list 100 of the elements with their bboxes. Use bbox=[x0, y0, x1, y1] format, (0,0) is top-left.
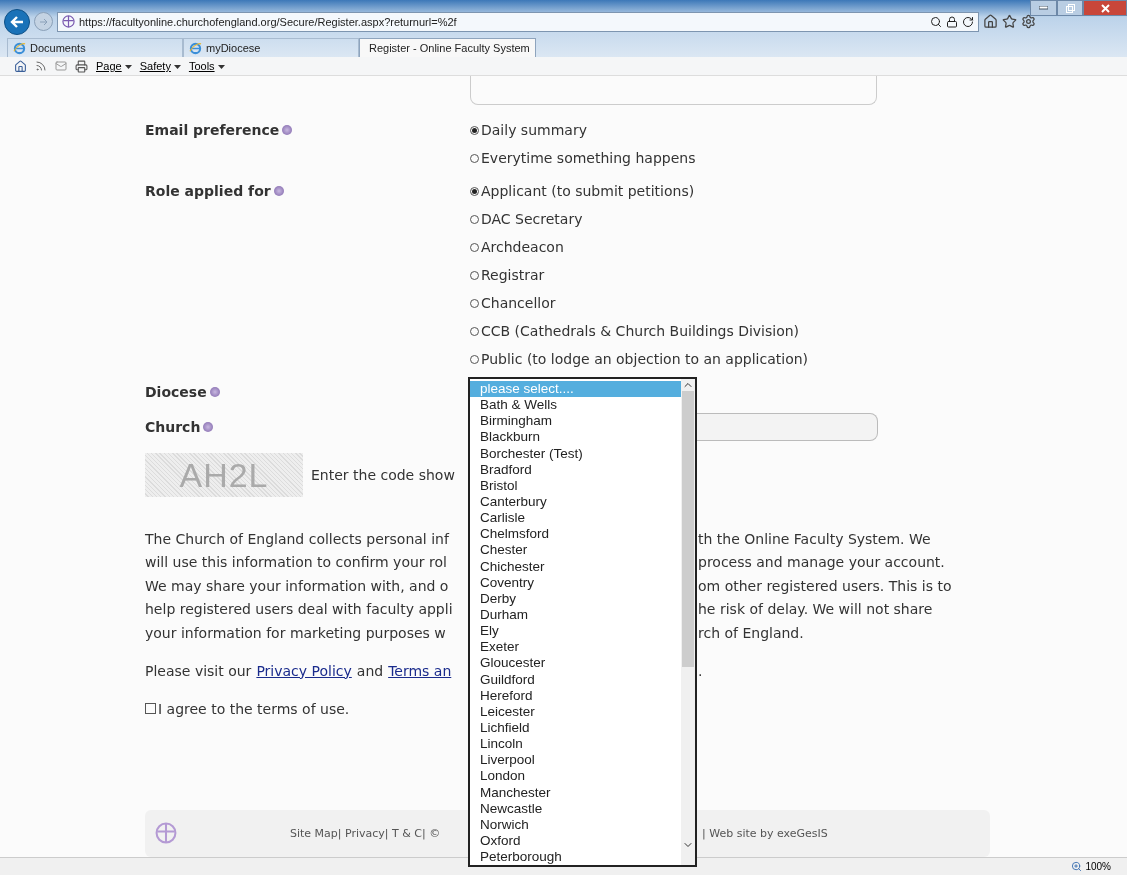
notice-text: The Church of England collects personal inf bbox=[145, 530, 449, 547]
menu-item[interactable]: Page bbox=[96, 60, 132, 72]
radio-option[interactable]: Archdeacon bbox=[470, 233, 564, 261]
dropdown-option[interactable]: Exeter bbox=[470, 639, 681, 656]
mail-icon[interactable] bbox=[55, 60, 67, 72]
globe-icon bbox=[189, 41, 202, 55]
dropdown-option[interactable]: Lichfield bbox=[470, 719, 681, 737]
dropdown-option[interactable]: Liverpool bbox=[470, 752, 681, 769]
scrollbar[interactable] bbox=[681, 379, 695, 865]
field-label: Church bbox=[145, 413, 214, 441]
terms-link[interactable]: Terms an bbox=[388, 662, 452, 679]
radio-option[interactable]: Everytime something happens bbox=[470, 144, 696, 172]
close-icon bbox=[1100, 3, 1110, 13]
dropdown-option[interactable]: Gloucester bbox=[470, 655, 681, 672]
dropdown-option[interactable]: Carlisle bbox=[470, 510, 681, 527]
dropdown-option[interactable]: London bbox=[470, 768, 681, 785]
menu-item[interactable]: Safety bbox=[139, 60, 181, 72]
diocese-dropdown-list[interactable] bbox=[468, 377, 697, 867]
radio-option[interactable]: Daily summary bbox=[470, 116, 587, 144]
globe-icon bbox=[13, 41, 26, 55]
close-button[interactable] bbox=[1083, 0, 1127, 16]
dropdown-option[interactable]: Derby bbox=[470, 590, 681, 607]
footer-links[interactable]: Site Map| Privacy| T & C| © bbox=[290, 827, 441, 840]
privacy-text: and bbox=[356, 662, 384, 679]
field-label: Diocese bbox=[145, 378, 220, 406]
help-icon[interactable] bbox=[209, 387, 220, 397]
notice-text: will use this information to confirm your rol bbox=[145, 554, 447, 571]
dropdown-option[interactable]: Borchester (Test) bbox=[470, 445, 681, 462]
dropdown-option[interactable]: Bath & Wells bbox=[470, 397, 681, 414]
radio-option[interactable]: Applicant (to submit petitions) bbox=[470, 177, 695, 205]
address-bar[interactable]: https://facultyonline.churchofengland.org/Secure/Register.aspx?returnurl=%2f bbox=[57, 11, 979, 32]
print-icon[interactable] bbox=[75, 59, 88, 73]
help-icon[interactable] bbox=[273, 186, 284, 196]
dropdown-option[interactable]: Manchester bbox=[470, 784, 681, 801]
dropdown-option[interactable]: Ely bbox=[470, 623, 681, 640]
agree-checkbox[interactable] bbox=[145, 703, 156, 714]
agree-label: I agree to the terms of use. bbox=[158, 700, 350, 717]
dropdown-option[interactable]: Lincoln bbox=[470, 736, 681, 753]
settings-icon[interactable] bbox=[1021, 14, 1036, 29]
dropdown-option[interactable]: Chester bbox=[470, 542, 681, 559]
back-arrow-icon bbox=[10, 15, 24, 28]
option-label: Registrar bbox=[481, 267, 545, 283]
scroll-thumb[interactable] bbox=[682, 391, 694, 667]
option-label: Daily summary bbox=[481, 122, 587, 138]
radio-option[interactable]: Public (to lodge an objection to an application) bbox=[470, 345, 809, 373]
caret-icon bbox=[217, 65, 225, 70]
privacy-link[interactable]: Privacy Policy bbox=[256, 662, 352, 679]
dropdown-option[interactable]: Newcastle bbox=[470, 800, 681, 817]
browser-tab[interactable]: Register - Online Faculty System bbox=[359, 38, 536, 57]
dropdown-option[interactable]: Blackburn bbox=[470, 429, 681, 446]
dropdown-option[interactable]: Durham bbox=[470, 606, 681, 624]
radio-option[interactable]: Chancellor bbox=[470, 289, 556, 317]
dropdown-option[interactable]: Canterbury bbox=[470, 494, 681, 511]
favorites-icon[interactable] bbox=[1002, 14, 1017, 29]
field-label: Role applied for bbox=[145, 177, 284, 205]
refresh-icon[interactable] bbox=[962, 15, 974, 28]
dropdown-option[interactable]: Oxford bbox=[470, 832, 681, 850]
menu-item[interactable]: Tools bbox=[188, 60, 225, 72]
field-label: Email preference bbox=[145, 116, 293, 144]
dropdown-option[interactable]: Chichester bbox=[470, 558, 681, 575]
dropdown-option[interactable]: Peterborough bbox=[470, 849, 681, 865]
notice-text: om other registered users. This is to bbox=[698, 577, 952, 594]
caret-icon bbox=[173, 65, 181, 70]
option-label: Archdeacon bbox=[481, 239, 564, 255]
back-button[interactable] bbox=[4, 8, 30, 35]
caret-icon bbox=[124, 65, 132, 70]
notice-text: your information for marketing purposes w bbox=[145, 624, 446, 641]
help-icon[interactable] bbox=[282, 125, 293, 135]
privacy-text: Please visit our bbox=[145, 662, 252, 679]
search-icon[interactable] bbox=[930, 15, 942, 28]
dropdown-option[interactable]: Guildford bbox=[470, 671, 681, 688]
church-field[interactable] bbox=[697, 413, 878, 441]
feed-icon[interactable] bbox=[35, 60, 47, 72]
dropdown-option[interactable]: Bristol bbox=[470, 477, 681, 494]
home-icon[interactable] bbox=[983, 14, 998, 29]
input-field[interactable] bbox=[470, 76, 877, 105]
option-label: Everytime something happens bbox=[481, 150, 696, 166]
notice-text: rch of England. bbox=[698, 624, 804, 641]
dropdown-option[interactable]: Hereford bbox=[470, 687, 681, 704]
zoom-level[interactable]: 100% bbox=[1085, 861, 1111, 872]
radio-option[interactable]: DAC Secretary bbox=[470, 205, 583, 233]
cross-circle-icon bbox=[155, 822, 177, 844]
dropdown-option[interactable]: Norwich bbox=[470, 816, 681, 833]
home-icon[interactable] bbox=[14, 59, 27, 73]
privacy-text: . bbox=[698, 662, 704, 679]
option-label: Public (to lodge an objection to an application) bbox=[481, 351, 809, 367]
dropdown-option[interactable]: Birmingham bbox=[470, 413, 681, 430]
dropdown-option[interactable]: Coventry bbox=[470, 574, 681, 591]
restore-button[interactable] bbox=[1057, 0, 1083, 16]
notice-text: process and manage your account. bbox=[698, 554, 945, 571]
dropdown-option[interactable]: Leicester bbox=[470, 703, 681, 720]
radio-option[interactable]: Registrar bbox=[470, 261, 545, 289]
help-icon[interactable] bbox=[203, 422, 214, 432]
radio-option[interactable]: CCB (Cathedrals & Church Buildings Division) bbox=[470, 317, 800, 345]
forward-arrow-icon bbox=[38, 16, 49, 27]
notice-text: We may share your information with, and o bbox=[145, 577, 449, 594]
dropdown-option[interactable]: Chelmsford bbox=[470, 526, 681, 543]
captcha-image: AH2L bbox=[145, 453, 303, 497]
zoom-icon[interactable] bbox=[1071, 861, 1083, 872]
dropdown-option[interactable]: Bradford bbox=[470, 461, 681, 478]
